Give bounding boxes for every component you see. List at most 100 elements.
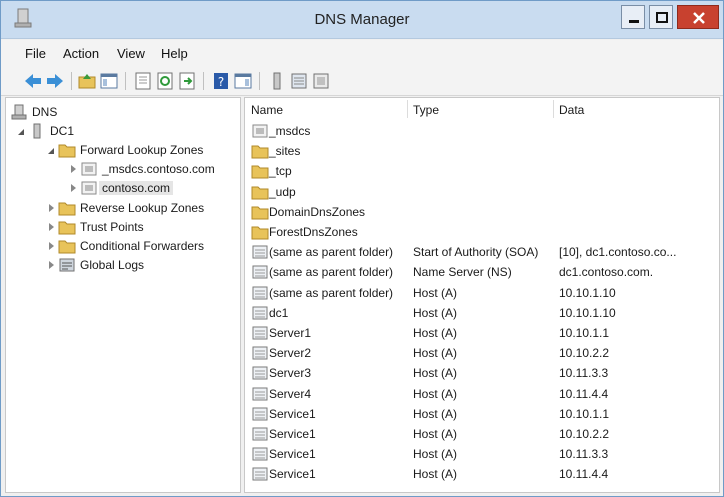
- back-arrow-icon[interactable]: [23, 71, 43, 91]
- server-icon: [33, 123, 41, 139]
- title-bar[interactable]: DNS Manager: [1, 1, 723, 39]
- record-row[interactable]: _tcp: [245, 161, 719, 181]
- record-name: Service1: [269, 467, 316, 482]
- tree-item-conditional-forwarders[interactable]: Conditional Forwarders: [46, 237, 236, 255]
- record-name: Service1: [269, 427, 316, 441]
- record-row[interactable]: Service1 Host (A) 10.10.2.2: [245, 424, 719, 444]
- record-name: _sites: [269, 144, 301, 159]
- record-name: Server1: [269, 326, 312, 340]
- record-type: Host (A): [413, 386, 458, 401]
- collapsed-chevron-icon[interactable]: [68, 163, 78, 175]
- toolbar-separator: [203, 72, 204, 90]
- toolbar-separator: [125, 72, 126, 90]
- record-type: Host (A): [413, 406, 458, 421]
- record-name: (same as parent folder): [269, 245, 394, 260]
- record-row[interactable]: Service1 Host (A) 10.11.4.4: [245, 464, 719, 484]
- column-header-type[interactable]: Type: [407, 98, 553, 120]
- record-row[interactable]: ForestDnsZones: [245, 222, 719, 242]
- folder-icon: [58, 202, 76, 216]
- show-action-pane-icon[interactable]: [233, 71, 253, 91]
- tree-label: Reverse Lookup Zones: [80, 201, 205, 215]
- record-name: Service1: [269, 406, 316, 421]
- minimize-button[interactable]: [621, 5, 645, 29]
- refresh-icon[interactable]: [155, 71, 175, 91]
- tree-item-trust-points[interactable]: Trust Points: [46, 218, 236, 236]
- record-icon: [252, 407, 268, 421]
- record-name: DomainDnsZones: [269, 204, 366, 219]
- expanded-chevron-icon[interactable]: [46, 144, 56, 156]
- tree-label: contoso.com: [99, 181, 174, 195]
- record-type: Host (A): [413, 366, 458, 381]
- menu-help[interactable]: Help: [161, 46, 188, 61]
- toolbar-separator: [259, 72, 260, 90]
- zone-icon: [81, 181, 97, 195]
- close-icon: [693, 12, 705, 24]
- record-row[interactable]: (same as parent folder) Host (A) 10.10.1.1…: [245, 283, 719, 303]
- column-header-data[interactable]: Data: [553, 98, 719, 120]
- collapsed-chevron-icon[interactable]: [46, 202, 56, 214]
- server-icon[interactable]: [267, 71, 287, 91]
- collapsed-chevron-icon[interactable]: [46, 240, 56, 252]
- maximize-button[interactable]: [649, 5, 673, 29]
- collapsed-chevron-icon[interactable]: [68, 182, 78, 194]
- record-row[interactable]: _msdcs: [245, 121, 719, 141]
- record-row[interactable]: Server1 Host (A) 10.10.1.1: [245, 323, 719, 343]
- tree-item-dns[interactable]: DNS: [10, 103, 230, 121]
- record-data: [10], dc1.contoso.co...: [559, 245, 677, 260]
- record-data: 10.10.1.1: [559, 406, 610, 421]
- record-name: dc1: [269, 305, 289, 320]
- tree-item-global-logs[interactable]: Global Logs: [46, 256, 236, 274]
- menu-bar: File Action View Help: [1, 40, 723, 66]
- record-row[interactable]: Server3 Host (A) 10.11.3.3: [245, 363, 719, 383]
- tree-label: Trust Points: [80, 220, 144, 234]
- record-row[interactable]: Server2 Host (A) 10.10.2.2: [245, 343, 719, 363]
- record-row[interactable]: Server4 Host (A) 10.11.4.4: [245, 384, 719, 404]
- record-row[interactable]: (same as parent folder) Start of Authorit…: [245, 242, 719, 262]
- menu-view[interactable]: View: [117, 46, 145, 61]
- record-data: dc1.contoso.com.: [559, 265, 654, 280]
- folder-icon: [251, 145, 269, 159]
- tree-label: DNS: [32, 105, 58, 119]
- record-row[interactable]: DomainDnsZones: [245, 202, 719, 222]
- menu-action[interactable]: Action: [63, 46, 99, 61]
- menu-file[interactable]: File: [25, 46, 46, 61]
- record-data: 10.10.1.10: [559, 305, 616, 320]
- zone-properties-icon[interactable]: [311, 71, 331, 91]
- tree-item-contoso-zone[interactable]: contoso.com: [68, 179, 238, 197]
- show-hide-console-tree-icon[interactable]: [99, 71, 119, 91]
- record-row[interactable]: Service1 Host (A) 10.10.1.1: [245, 404, 719, 424]
- record-icon: [252, 286, 268, 300]
- column-header-name[interactable]: Name: [245, 98, 405, 120]
- forward-arrow-icon[interactable]: [45, 71, 65, 91]
- record-icon: [252, 245, 268, 259]
- record-row[interactable]: dc1 Host (A) 10.10.1.10: [245, 303, 719, 323]
- tree-item-dc1[interactable]: DC1: [16, 122, 236, 140]
- record-icon: [252, 346, 268, 360]
- window-title: DNS Manager: [314, 11, 410, 28]
- tree-item-reverse-lookup-zones[interactable]: Reverse Lookup Zones: [46, 199, 236, 217]
- close-button[interactable]: [677, 5, 719, 29]
- record-icon: [252, 366, 268, 380]
- collapsed-chevron-icon[interactable]: [46, 221, 56, 233]
- delegation-folder-icon: [252, 124, 268, 138]
- dns-manager-window: DNS Manager File Action View Help ? DNS …: [0, 0, 724, 497]
- record-list-icon[interactable]: [289, 71, 309, 91]
- record-row[interactable]: _sites: [245, 141, 719, 161]
- tree-item-forward-lookup-zones[interactable]: Forward Lookup Zones: [46, 141, 236, 159]
- properties-sheet-icon[interactable]: [133, 71, 153, 91]
- minimize-icon: [629, 20, 639, 23]
- expanded-chevron-icon[interactable]: [16, 125, 26, 137]
- record-type: Name Server (NS): [413, 265, 512, 280]
- record-row[interactable]: _udp: [245, 182, 719, 202]
- up-folder-icon[interactable]: [77, 71, 97, 91]
- record-row[interactable]: (same as parent folder) Name Server (NS) d…: [245, 262, 719, 282]
- export-list-icon[interactable]: [177, 71, 197, 91]
- record-name: _udp: [269, 184, 296, 199]
- tree-item-msdcs-zone[interactable]: _msdcs.contoso.com: [68, 160, 238, 178]
- collapsed-chevron-icon[interactable]: [46, 259, 56, 271]
- record-data: 10.11.3.3: [559, 447, 609, 462]
- help-icon[interactable]: ?: [211, 71, 231, 91]
- record-type: Host (A): [413, 305, 458, 320]
- dns-icon: [11, 104, 27, 120]
- record-row[interactable]: Service1 Host (A) 10.11.3.3: [245, 444, 719, 464]
